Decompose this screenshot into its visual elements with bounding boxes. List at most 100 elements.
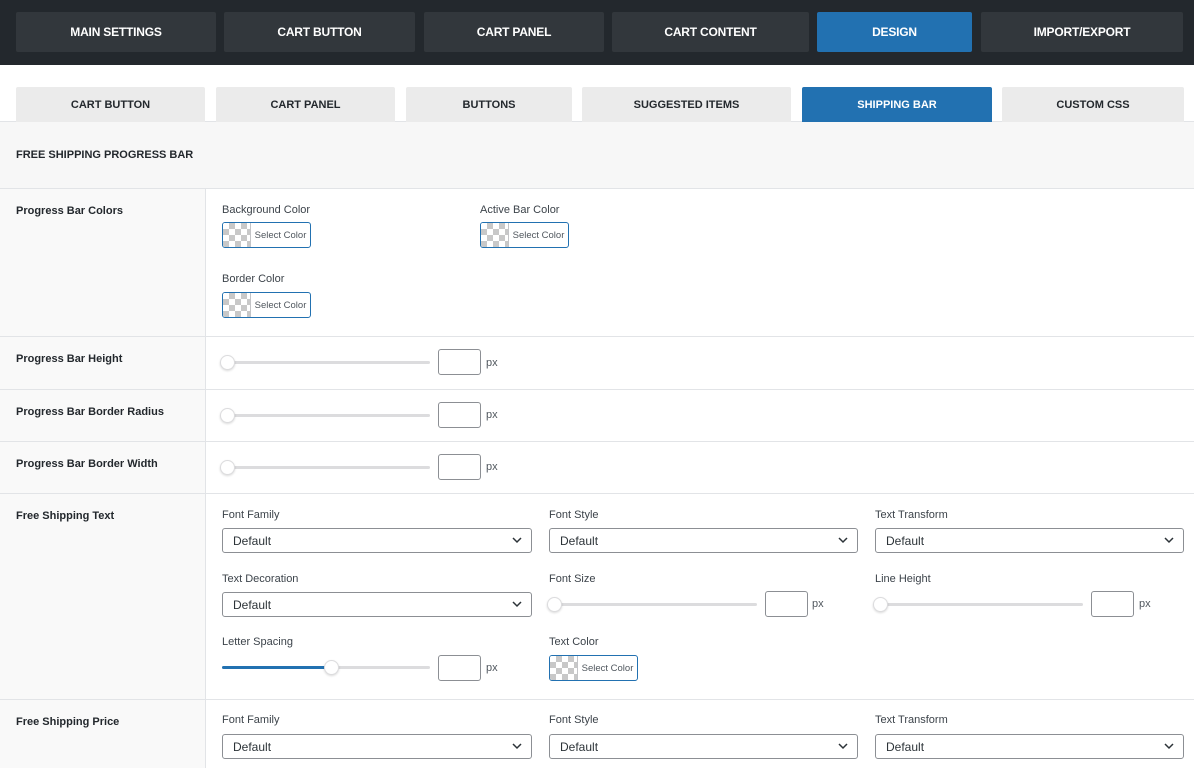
active-bar-color-label: Active Bar Color (480, 204, 560, 216)
slider-fill (222, 666, 326, 669)
row-progress-bar-border-radius: Progress Bar Border Radius px (0, 390, 1194, 442)
chevron-down-icon (1164, 743, 1174, 750)
slider-handle[interactable] (220, 460, 235, 475)
chevron-down-icon (1164, 537, 1174, 544)
row-free-shipping-price: Free Shipping Price Font Family Default … (0, 700, 1194, 768)
select-color-text: Select Color (254, 299, 307, 311)
row-label: Progress Bar Colors (16, 205, 123, 217)
row-label: Free Shipping Price (16, 716, 120, 728)
unit-label: px (486, 461, 498, 473)
select-value: Default (560, 534, 599, 548)
subtab-custom-css[interactable]: CUSTOM CSS (1002, 87, 1184, 122)
text-transform-label: Text Transform (875, 714, 948, 726)
font-style-label: Font Style (549, 714, 599, 726)
select-value: Default (233, 534, 272, 548)
row-label-cell: Progress Bar Colors (0, 189, 206, 336)
color-swatch (223, 293, 251, 317)
slider-handle[interactable] (873, 597, 888, 612)
select-color-text: Select Color (512, 229, 565, 241)
font-style-label: Font Style (549, 509, 599, 521)
height-slider[interactable] (220, 355, 430, 370)
active-bar-color-picker[interactable]: Select Color (480, 222, 569, 248)
row-progress-bar-height: Progress Bar Height px (0, 337, 1194, 390)
border-width-input[interactable] (438, 454, 481, 480)
text-color-label: Text Color (549, 636, 599, 648)
font-style-select[interactable]: Default (549, 528, 858, 553)
text-transform-select[interactable]: Default (875, 528, 1184, 553)
price-text-transform-select[interactable]: Default (875, 734, 1184, 759)
row-label: Free Shipping Text (16, 510, 115, 522)
row-label-cell: Progress Bar Border Width (0, 442, 206, 493)
slider-handle[interactable] (220, 408, 235, 423)
font-size-input[interactable] (765, 591, 808, 617)
unit-label: px (486, 357, 498, 369)
line-height-label: Line Height (875, 573, 931, 585)
row-label: Progress Bar Height (16, 353, 123, 365)
row-label-cell: Free Shipping Text (0, 494, 206, 699)
text-decoration-select[interactable]: Default (222, 592, 532, 617)
color-swatch (481, 223, 509, 247)
font-family-label: Font Family (222, 509, 280, 521)
select-color-text: Select Color (254, 229, 307, 241)
height-input[interactable] (438, 349, 481, 375)
chevron-down-icon (838, 743, 848, 750)
border-color-picker[interactable]: Select Color (222, 292, 311, 318)
subtab-suggested-items[interactable]: SUGGESTED ITEMS (582, 87, 791, 122)
color-swatch (223, 223, 251, 247)
row-free-shipping-text: Free Shipping Text Font Family Default F… (0, 494, 1194, 700)
section-title: FREE SHIPPING PROGRESS BAR (16, 149, 194, 161)
letter-spacing-slider[interactable] (222, 660, 430, 675)
select-value: Default (886, 534, 925, 548)
select-value: Default (233, 598, 272, 612)
section-header: FREE SHIPPING PROGRESS BAR (0, 122, 1194, 189)
background-color-picker[interactable]: Select Color (222, 222, 311, 248)
text-transform-label: Text Transform (875, 509, 948, 521)
row-label-cell: Progress Bar Border Radius (0, 390, 206, 441)
chevron-down-icon (512, 601, 522, 608)
text-color-picker[interactable]: Select Color (549, 655, 638, 681)
top-tab-bar: MAIN SETTINGS CART BUTTON CART PANEL CAR… (0, 0, 1194, 65)
line-height-input[interactable] (1091, 591, 1134, 617)
font-family-label: Font Family (222, 714, 280, 726)
tab-cart-content[interactable]: CART CONTENT (612, 12, 809, 52)
font-size-label: Font Size (549, 573, 596, 585)
tab-import-export[interactable]: IMPORT/EXPORT (981, 12, 1183, 52)
chevron-down-icon (512, 537, 522, 544)
slider-handle[interactable] (220, 355, 235, 370)
price-font-family-select[interactable]: Default (222, 734, 532, 759)
slider-handle[interactable] (547, 597, 562, 612)
price-font-style-select[interactable]: Default (549, 734, 858, 759)
tab-design[interactable]: DESIGN (817, 12, 972, 52)
subtab-buttons[interactable]: BUTTONS (406, 87, 572, 122)
border-radius-slider[interactable] (220, 408, 430, 423)
subtab-cart-button[interactable]: CART BUTTON (16, 87, 205, 122)
line-height-slider[interactable] (873, 597, 1083, 612)
border-radius-input[interactable] (438, 402, 481, 428)
letter-spacing-label: Letter Spacing (222, 636, 293, 648)
font-size-slider[interactable] (547, 597, 757, 612)
subtab-cart-panel[interactable]: CART PANEL (216, 87, 395, 122)
subtab-shipping-bar[interactable]: SHIPPING BAR (802, 87, 992, 122)
chevron-down-icon (512, 743, 522, 750)
unit-label: px (812, 598, 824, 610)
row-label: Progress Bar Border Radius (16, 406, 164, 418)
sub-tab-bar: CART BUTTON CART PANEL BUTTONS SUGGESTED… (0, 65, 1194, 122)
background-color-label: Background Color (222, 204, 311, 216)
unit-label: px (486, 409, 498, 421)
tab-cart-panel[interactable]: CART PANEL (424, 12, 604, 52)
select-value: Default (886, 740, 925, 754)
letter-spacing-input[interactable] (438, 655, 481, 681)
border-width-slider[interactable] (220, 460, 430, 475)
slider-handle[interactable] (324, 660, 339, 675)
row-label-cell: Free Shipping Price (0, 700, 206, 768)
color-swatch (550, 656, 578, 680)
border-color-label: Border Color (222, 273, 285, 285)
unit-label: px (486, 662, 498, 674)
font-family-select[interactable]: Default (222, 528, 532, 553)
tab-cart-button[interactable]: CART BUTTON (224, 12, 415, 52)
tab-main-settings[interactable]: MAIN SETTINGS (16, 12, 216, 52)
text-decoration-label: Text Decoration (222, 573, 299, 585)
chevron-down-icon (838, 537, 848, 544)
row-progress-bar-border-width: Progress Bar Border Width px (0, 442, 1194, 494)
unit-label: px (1139, 598, 1151, 610)
